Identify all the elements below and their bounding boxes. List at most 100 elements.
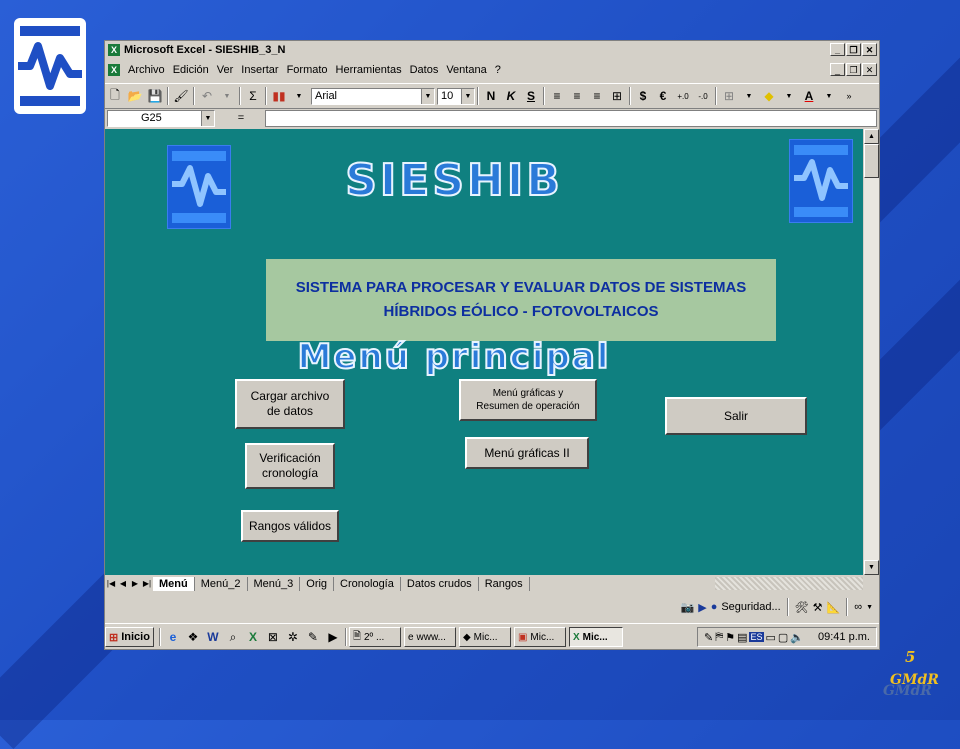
fill-color-icon[interactable]: ◆ bbox=[759, 86, 779, 106]
tray-icon[interactable]: ⛿ bbox=[715, 631, 723, 644]
menu-ventana[interactable]: Ventana bbox=[442, 64, 490, 76]
menu-help[interactable]: ? bbox=[491, 64, 505, 76]
task-button-3[interactable]: ◆ Mic... bbox=[458, 627, 511, 647]
workbook-icon[interactable]: X bbox=[108, 64, 120, 76]
chevron-down-icon[interactable]: ▼ bbox=[461, 88, 474, 104]
font-name-select[interactable]: Arial ▼ bbox=[311, 87, 435, 105]
restore-button[interactable]: ❐ bbox=[846, 43, 861, 56]
more-icon[interactable]: ▼ bbox=[866, 604, 873, 611]
toolbox-icon[interactable]: 🛠 bbox=[795, 601, 809, 614]
formula-input[interactable] bbox=[265, 109, 877, 127]
task-button-5[interactable]: X Mic... bbox=[568, 627, 623, 647]
horizontal-scrollbar[interactable] bbox=[715, 577, 863, 590]
borders-icon[interactable]: ⊞ bbox=[719, 86, 739, 106]
fill-dropdown-icon[interactable]: ▼ bbox=[779, 86, 799, 106]
settings-icon[interactable]: ✲ bbox=[283, 627, 303, 647]
new-file-icon[interactable]: 🗋 bbox=[105, 86, 125, 106]
network-icon[interactable]: ▭ bbox=[766, 631, 776, 644]
autosum-icon[interactable]: Σ bbox=[243, 86, 263, 106]
format-painter-icon[interactable]: 🖌 bbox=[171, 86, 191, 106]
scroll-thumb[interactable] bbox=[864, 144, 879, 178]
media-icon[interactable]: ▶ bbox=[323, 627, 343, 647]
merge-center-icon[interactable]: ⊞ bbox=[607, 86, 627, 106]
menu-formato[interactable]: Formato bbox=[283, 64, 332, 76]
links-icon[interactable]: ∞ bbox=[854, 601, 862, 613]
underline-button[interactable]: S bbox=[521, 86, 541, 106]
chart-icon[interactable]: 📐 bbox=[827, 601, 841, 614]
tool-icon[interactable]: ✎ bbox=[303, 627, 323, 647]
task-button-2[interactable]: e www... bbox=[403, 627, 456, 647]
last-sheet-icon[interactable]: ▶| bbox=[141, 577, 153, 590]
tab-menu[interactable]: Menú bbox=[153, 576, 195, 591]
chevron-down-icon[interactable]: ▼ bbox=[421, 88, 434, 104]
monitor-icon[interactable]: ▢ bbox=[778, 631, 788, 644]
clock[interactable]: 09:41 p.m. bbox=[818, 631, 870, 643]
scroll-down-icon[interactable]: ▼ bbox=[864, 560, 879, 575]
open-folder-icon[interactable]: 📂 bbox=[125, 86, 145, 106]
menu-ver[interactable]: Ver bbox=[213, 64, 238, 76]
menu-archivo[interactable]: Archivo bbox=[124, 64, 169, 76]
tab-menu-3[interactable]: Menú_3 bbox=[248, 576, 301, 591]
tab-datos-crudos[interactable]: Datos crudos bbox=[401, 576, 479, 591]
align-right-icon[interactable]: ≡ bbox=[587, 86, 607, 106]
toolbar-options-icon[interactable]: » bbox=[839, 86, 859, 106]
tools-icon[interactable]: ⚒ bbox=[813, 601, 823, 614]
currency-button[interactable]: $ bbox=[633, 86, 653, 106]
search-icon[interactable]: ⌕ bbox=[223, 627, 243, 647]
menu-datos[interactable]: Datos bbox=[406, 64, 443, 76]
task-button-4[interactable]: ▣ Mic... bbox=[513, 627, 566, 647]
vertical-scrollbar[interactable]: ▲ ▼ bbox=[864, 129, 879, 575]
tray-icon[interactable]: ▤ bbox=[737, 631, 747, 644]
doc-close-button[interactable]: ✕ bbox=[862, 63, 877, 76]
chart-dropdown-icon[interactable]: ▼ bbox=[289, 86, 309, 106]
font-color-icon[interactable]: A bbox=[799, 86, 819, 106]
increase-decimal-icon[interactable]: +.0 bbox=[673, 86, 693, 106]
font-color-dropdown-icon[interactable]: ▼ bbox=[819, 86, 839, 106]
play-icon[interactable]: ▶ bbox=[698, 601, 706, 614]
chevron-down-icon[interactable]: ▼ bbox=[201, 110, 214, 126]
minimize-button[interactable]: _ bbox=[830, 43, 845, 56]
undo-icon[interactable]: ↶ bbox=[197, 86, 217, 106]
undo-dropdown-icon[interactable]: ▼ bbox=[217, 86, 237, 106]
first-sheet-icon[interactable]: |◀ bbox=[105, 577, 117, 590]
worksheet[interactable]: SIESHIB SISTEMA PARA PROCESAR Y EVALUAR … bbox=[105, 129, 863, 575]
record-icon[interactable]: ● bbox=[711, 601, 718, 613]
task-button-1[interactable]: 🗎 2º ... bbox=[348, 627, 401, 647]
borders-dropdown-icon[interactable]: ▼ bbox=[739, 86, 759, 106]
name-box[interactable]: G25 ▼ bbox=[107, 109, 215, 127]
scroll-up-icon[interactable]: ▲ bbox=[864, 129, 879, 144]
next-sheet-icon[interactable]: ▶ bbox=[129, 577, 141, 590]
security-button[interactable]: Seguridad... bbox=[721, 601, 780, 613]
decrease-decimal-icon[interactable]: -.0 bbox=[693, 86, 713, 106]
verify-chronology-button[interactable]: Verificación cronología bbox=[245, 443, 335, 489]
valid-ranges-button[interactable]: Rangos válidos bbox=[241, 510, 339, 542]
prev-sheet-icon[interactable]: ◀ bbox=[117, 577, 129, 590]
language-indicator[interactable]: ES bbox=[749, 632, 764, 642]
tray-icon[interactable]: ⚑ bbox=[725, 631, 735, 644]
tab-orig[interactable]: Orig bbox=[300, 576, 335, 591]
euro-button[interactable]: € bbox=[653, 86, 673, 106]
charts-summary-button[interactable]: Menú gráficas y Resumen de operación bbox=[459, 379, 597, 421]
internet-explorer-icon[interactable]: e bbox=[163, 627, 183, 647]
doc-restore-button[interactable]: ❐ bbox=[846, 63, 861, 76]
font-size-select[interactable]: 10 ▼ bbox=[437, 87, 475, 105]
exit-button[interactable]: Salir bbox=[665, 397, 807, 435]
excel-quick-icon[interactable]: X bbox=[243, 627, 263, 647]
start-button[interactable]: ⊞ Inicio bbox=[105, 627, 154, 647]
chart-wizard-icon[interactable]: ▮▮ bbox=[269, 86, 289, 106]
menu-herramientas[interactable]: Herramientas bbox=[332, 64, 406, 76]
doc-minimize-button[interactable]: _ bbox=[830, 63, 845, 76]
tab-menu-2[interactable]: Menú_2 bbox=[195, 576, 248, 591]
bold-button[interactable]: N bbox=[481, 86, 501, 106]
menu-edicion[interactable]: Edición bbox=[169, 64, 213, 76]
italic-button[interactable]: K bbox=[501, 86, 521, 106]
tray-icon[interactable]: ✎ bbox=[704, 631, 713, 644]
tab-cronologia[interactable]: Cronología bbox=[334, 576, 401, 591]
access-icon[interactable]: ⊠ bbox=[263, 627, 283, 647]
volume-icon[interactable]: 🔈 bbox=[790, 631, 804, 644]
charts-2-button[interactable]: Menú gráficas II bbox=[465, 437, 589, 469]
quick-launch-icon[interactable]: ❖ bbox=[183, 627, 203, 647]
word-icon[interactable]: W bbox=[203, 627, 223, 647]
save-icon[interactable]: 💾 bbox=[145, 86, 165, 106]
align-left-icon[interactable]: ≡ bbox=[547, 86, 567, 106]
